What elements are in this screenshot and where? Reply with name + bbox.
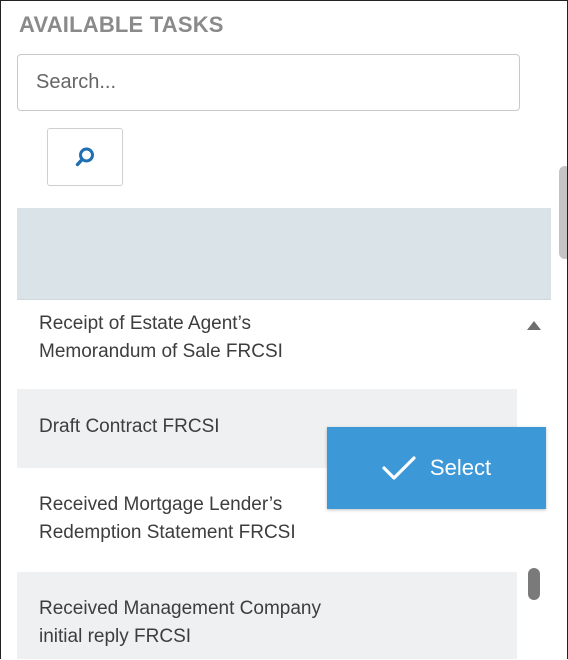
task-label-line1: Receipt of Estate Agent’s — [39, 313, 251, 334]
scroll-up-arrow-icon[interactable] — [527, 321, 541, 330]
task-label-line1: Received Management Company — [39, 598, 321, 619]
select-button-label: Select — [429, 455, 492, 480]
select-button[interactable]: Select — [327, 427, 546, 509]
task-label-line2: Redemption Statement FRCSI — [39, 522, 296, 543]
list-scrollbar-thumb[interactable] — [528, 568, 540, 600]
page-scrollbar-thumb[interactable] — [559, 166, 567, 259]
task-label-line2: Memorandum of Sale FRCSI — [39, 341, 283, 362]
search-button[interactable] — [47, 128, 123, 186]
task-item[interactable]: Receipt of Estate Agent’s Memorandum of … — [17, 300, 517, 389]
available-tasks-panel: AVAILABLE TASKS Receipt of Estate Agent’… — [0, 0, 568, 659]
task-label-line2: initial reply FRCSI — [39, 626, 192, 647]
search-input[interactable] — [17, 54, 520, 111]
search-icon — [75, 147, 94, 167]
list-header — [17, 208, 551, 300]
check-icon — [382, 456, 416, 480]
panel-title: AVAILABLE TASKS — [19, 12, 224, 37]
task-item[interactable]: Received Management Company initial repl… — [17, 572, 517, 659]
